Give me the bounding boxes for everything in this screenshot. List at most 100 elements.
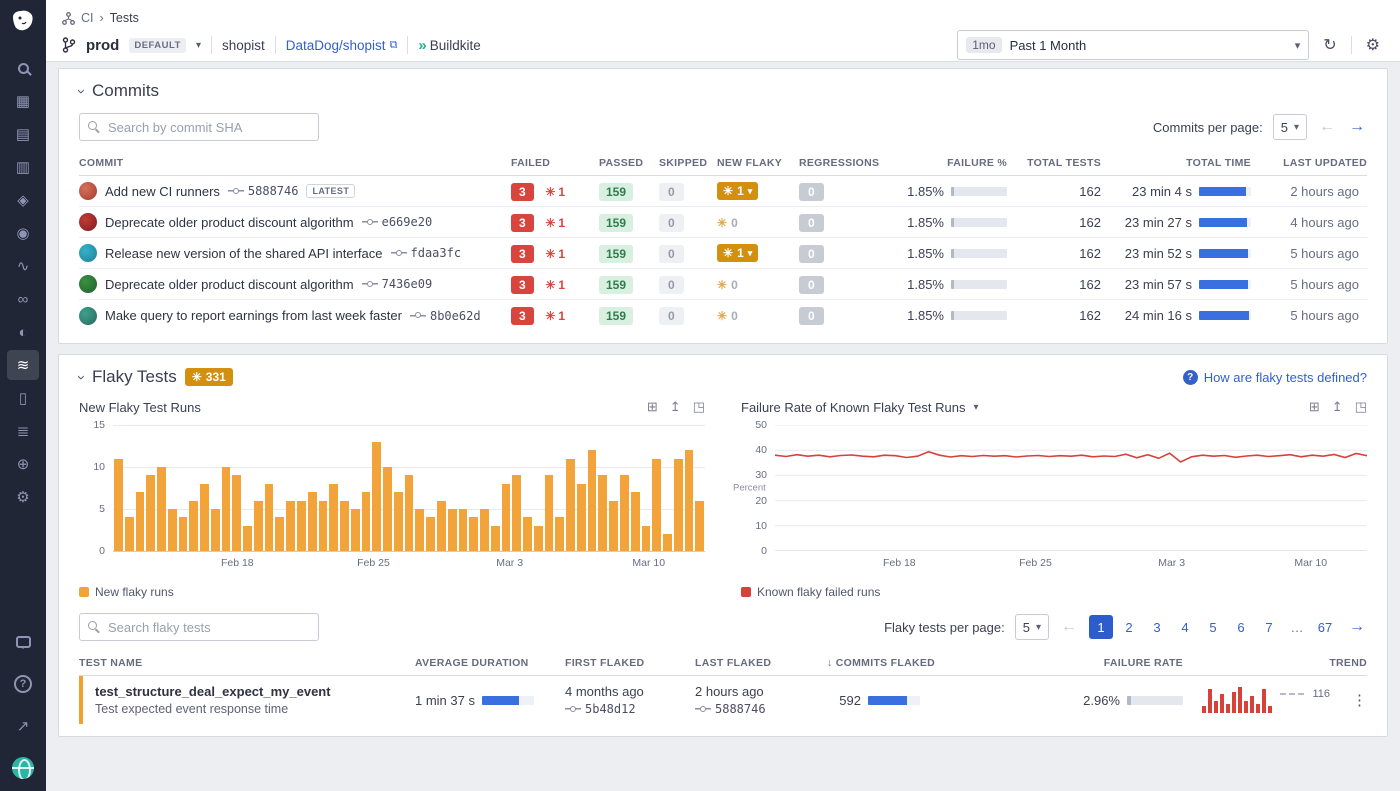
column-header[interactable]: FAILED [511,157,599,169]
last-flaked-sha-link[interactable]: 5888746 [695,702,827,716]
column-header[interactable]: TEST NAME [79,657,415,669]
row-menu-button[interactable]: ⋮ [1352,691,1367,709]
bar-plot[interactable] [113,425,705,551]
fullscreen-icon[interactable]: ◳ [1355,399,1367,415]
sidebar-item-whats-new[interactable]: ↗ [7,711,39,741]
commit-message[interactable]: Add new CI runners [105,184,220,199]
commit-row[interactable]: Deprecate older product discount algorit… [79,269,1367,300]
commit-message[interactable]: Deprecate older product discount algorit… [105,215,354,230]
collapse-chevron-icon[interactable]: › [73,89,90,94]
commit-sha-link[interactable]: 7436e09 [362,277,433,291]
prev-page-button[interactable]: ← [1317,118,1337,136]
page-3-button[interactable]: 3 [1145,615,1169,639]
column-header[interactable]: COMMIT [79,157,511,169]
bar [286,501,295,551]
legend-swatch [741,587,751,597]
sidebar-item-notebooks[interactable]: ▯ [7,383,39,413]
next-page-button[interactable]: → [1347,118,1367,136]
column-header[interactable]: REGRESSIONS [799,157,891,169]
sidebar-item-help[interactable]: ? [7,669,39,699]
column-header[interactable]: FAILURE RATE [1007,657,1183,669]
line-plot[interactable] [775,425,1367,551]
next-page-button[interactable]: → [1347,618,1367,636]
sidebar-item-monitors[interactable]: ∿ [7,251,39,281]
fullscreen-icon[interactable]: ◳ [693,399,705,415]
sidebar-item-watchdog[interactable]: ◉ [7,218,39,248]
column-header[interactable]: AVERAGE DURATION [415,657,565,669]
sidebar-item-infrastructure[interactable]: ▦ [7,86,39,116]
column-header[interactable]: ↓ COMMITS FLAKED [827,657,1007,669]
column-header[interactable]: SKIPPED [659,157,717,169]
sidebar-item-integrations[interactable]: ⚙ [7,482,39,512]
commit-row[interactable]: Release new version of the shared API in… [79,238,1367,269]
commit-row[interactable]: Deprecate older product discount algorit… [79,207,1367,238]
page-5-button[interactable]: 5 [1201,615,1225,639]
page-6-button[interactable]: 6 [1229,615,1253,639]
sidebar-item-dashboards[interactable]: ▤ [7,119,39,149]
commit-icon [362,280,378,289]
commit-sha-link[interactable]: 5888746 [228,184,299,198]
column-header[interactable]: FAILURE % [891,157,1007,169]
commit-search-input[interactable] [79,113,319,141]
flaky-test-row[interactable]: test_structure_deal_expect_my_event Test… [79,676,1367,724]
column-header[interactable]: NEW FLAKY [717,157,799,169]
sidebar-item-logs[interactable]: ≣ [7,416,39,446]
commit-message[interactable]: Make query to report earnings from last … [105,308,402,323]
new-flaky-badge[interactable]: ✳ 1 ▾ [717,244,758,262]
sidebar-item-ci[interactable]: ≋ [7,350,39,380]
sidebar-item-support-chat[interactable] [7,627,39,657]
settings-gear-button[interactable]: ⚙ [1362,33,1384,57]
time-range-select[interactable]: 1mo Past 1 Month ▾ [957,30,1309,60]
add-to-dashboard-icon[interactable]: ⊞ [647,399,658,415]
column-header[interactable]: TOTAL TESTS [1007,157,1101,169]
prev-page-button[interactable]: ← [1059,618,1079,636]
sidebar-item-synthetics[interactable]: ∞ [7,284,39,314]
branch-caret-icon[interactable]: ▾ [196,40,201,51]
page-67-button[interactable]: 67 [1313,615,1337,639]
column-header[interactable]: LAST FLAKED [695,657,827,669]
breadcrumb-ci[interactable]: CI [81,11,94,25]
sidebar-item-search[interactable] [7,53,39,83]
flaky-help-link[interactable]: ? How are flaky tests defined? [1183,370,1367,385]
commits-per-page-select[interactable]: 5 ▾ [1273,114,1307,140]
add-to-dashboard-icon[interactable]: ⊞ [1309,399,1320,415]
page-2-button[interactable]: 2 [1117,615,1141,639]
refresh-button[interactable]: ↻ [1319,33,1340,57]
commits-flaked-bar [868,696,920,705]
sidebar-item-region[interactable] [7,753,39,783]
page-1-button[interactable]: 1 [1089,615,1113,639]
export-icon[interactable]: ↥ [1332,399,1343,415]
page-7-button[interactable]: 7 [1257,615,1281,639]
flaky-per-page-select[interactable]: 5 ▾ [1015,614,1049,640]
commit-sha-link[interactable]: fdaa3fc [391,246,462,260]
first-flaked-sha-link[interactable]: 5b48d12 [565,702,695,716]
commit-sha-link[interactable]: 8b0e62d [410,309,481,323]
flaky-search-input[interactable] [79,613,319,641]
commit-sha-link[interactable]: e669e20 [362,215,433,229]
column-header[interactable]: TOTAL TIME [1101,157,1251,169]
sidebar-item-security[interactable]: ⊕ [7,449,39,479]
column-header[interactable]: LAST UPDATED [1251,157,1367,169]
commit-row[interactable]: Make query to report earnings from last … [79,300,1367,331]
new-flaky-badge[interactable]: ✳ 1 ▾ [717,182,758,200]
column-header[interactable]: PASSED [599,157,659,169]
test-name[interactable]: test_structure_deal_expect_my_event [95,684,415,699]
repo-external-link[interactable]: DataDog/shopist ⧉ [286,38,398,53]
sidebar-item-rum[interactable]: ◐ [7,317,39,347]
sidebar-item-apm[interactable]: ◈ [7,185,39,215]
page-4-button[interactable]: 4 [1173,615,1197,639]
column-header[interactable]: TREND [1183,657,1367,669]
export-icon[interactable]: ↥ [670,399,681,415]
chart-dropdown-caret-icon[interactable]: ▾ [973,402,978,413]
commit-row[interactable]: Add new CI runners 5888746 LATEST 3 ✳1 1… [79,176,1367,207]
datadog-logo[interactable] [10,8,36,39]
bar [415,509,424,551]
sidebar-item-metrics[interactable]: ▥ [7,152,39,182]
column-header[interactable]: FIRST FLAKED [565,657,695,669]
commit-message[interactable]: Release new version of the shared API in… [105,246,383,261]
commit-search [79,113,319,141]
commit-message[interactable]: Deprecate older product discount algorit… [105,277,354,292]
collapse-chevron-icon[interactable]: › [73,375,90,380]
infrastructure-icon: ▦ [16,92,30,110]
branch-selector[interactable]: prod [86,37,119,54]
